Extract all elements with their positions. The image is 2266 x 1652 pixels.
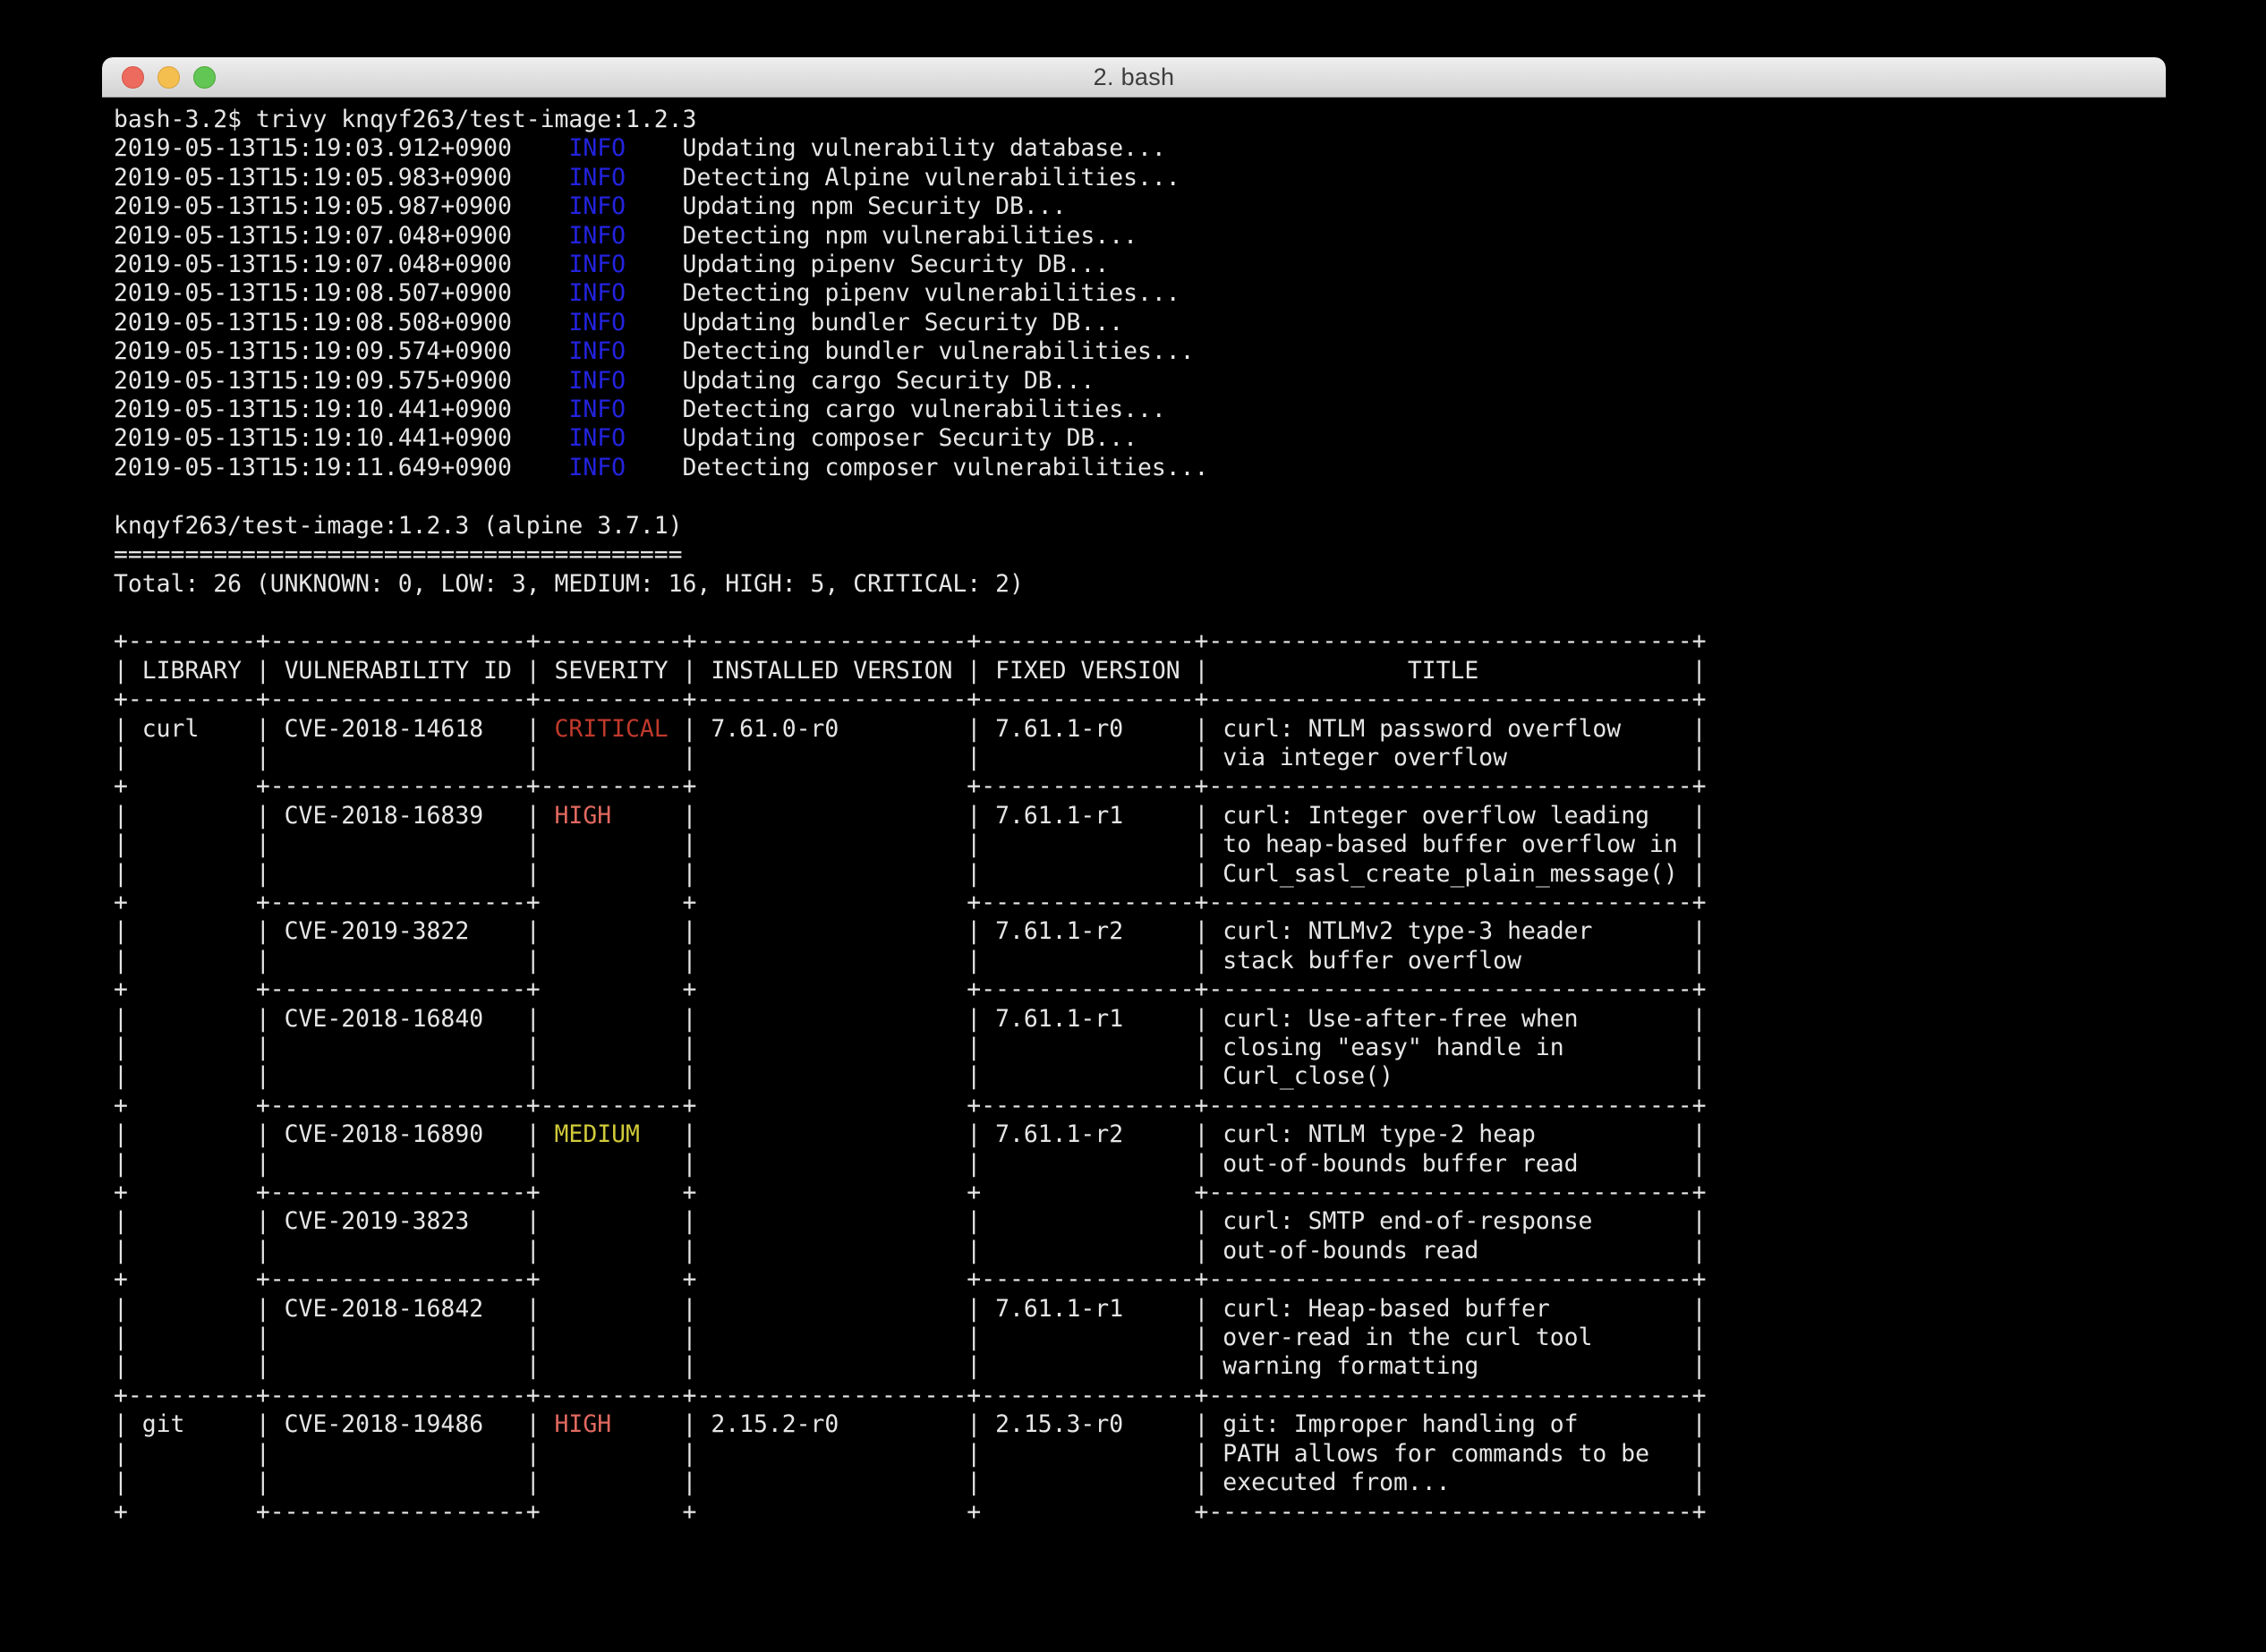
table-border: + +------------------+ + +--------------… — [114, 1265, 2166, 1294]
table-row: | git | CVE-2018-19486 | HIGH | 2.15.2-r… — [114, 1410, 2166, 1439]
log-level: INFO — [568, 424, 626, 452]
severity-value: CRITICAL — [541, 715, 683, 743]
table-border: +---------+------------------+----------… — [114, 685, 2166, 714]
prompt-line: bash-3.2$ trivy knqyf263/test-image:1.2.… — [114, 106, 2166, 134]
log-level: INFO — [568, 454, 626, 481]
log-line: 2019-05-13T15:19:10.441+0900 INFO Detect… — [114, 396, 2166, 424]
severity-value: MEDIUM — [541, 1120, 683, 1148]
title-bar[interactable]: 2. bash — [102, 57, 2166, 98]
log-line: 2019-05-13T15:19:11.649+0900 INFO Detect… — [114, 454, 2166, 482]
table-row: | | | | | | closing "easy" handle in | — [114, 1034, 2166, 1062]
desktop-background: 2. bash bash-3.2$ trivy knqyf263/test-im… — [0, 0, 2266, 1652]
log-line: 2019-05-13T15:19:07.048+0900 INFO Updati… — [114, 251, 2166, 279]
table-row: | | | | | | out-of-bounds buffer read | — [114, 1150, 2166, 1179]
log-line: 2019-05-13T15:19:09.575+0900 INFO Updati… — [114, 367, 2166, 396]
log-level: INFO — [568, 309, 626, 336]
log-line: 2019-05-13T15:19:08.507+0900 INFO Detect… — [114, 279, 2166, 308]
log-level: INFO — [568, 251, 626, 278]
table-border: + +------------------+ + + +------------… — [114, 1179, 2166, 1207]
log-line: 2019-05-13T15:19:03.912+0900 INFO Updati… — [114, 134, 2166, 163]
table-row: | | CVE-2018-16890 | MEDIUM | | 7.61.1-r… — [114, 1120, 2166, 1149]
log-level: INFO — [568, 222, 626, 250]
terminal-window: 2. bash bash-3.2$ trivy knqyf263/test-im… — [102, 57, 2166, 1613]
table-border: + +------------------+----------+ +-----… — [114, 772, 2166, 801]
terminal-output[interactable]: bash-3.2$ trivy knqyf263/test-image:1.2.… — [102, 98, 2166, 1613]
table-row: | | | | | | Curl_close() | — [114, 1062, 2166, 1091]
table-border: +---------+------------------+----------… — [114, 1382, 2166, 1410]
blank-line — [114, 482, 2166, 511]
log-line: 2019-05-13T15:19:05.983+0900 INFO Detect… — [114, 164, 2166, 192]
scan-summary: Total: 26 (UNKNOWN: 0, LOW: 3, MEDIUM: 1… — [114, 570, 2166, 599]
table-row: | | CVE-2019-3822 | | | 7.61.1-r2 | curl… — [114, 917, 2166, 946]
table-header: | LIBRARY | VULNERABILITY ID | SEVERITY … — [114, 657, 2166, 685]
log-level: INFO — [568, 396, 626, 423]
table-row: | | | | | | warning formatting | — [114, 1352, 2166, 1381]
log-line: 2019-05-13T15:19:07.048+0900 INFO Detect… — [114, 222, 2166, 251]
log-level: INFO — [568, 367, 626, 395]
table-border: + +------------------+ + +--------------… — [114, 975, 2166, 1004]
table-border: +---------+------------------+----------… — [114, 627, 2166, 656]
severity-value: HIGH — [541, 1410, 683, 1438]
window-title: 2. bash — [1094, 64, 1175, 91]
severity-value: HIGH — [541, 802, 683, 830]
log-level: INFO — [568, 337, 626, 365]
minimize-button[interactable] — [158, 66, 180, 89]
table-row: | | | | | | over-read in the curl tool | — [114, 1324, 2166, 1352]
close-button[interactable] — [122, 66, 144, 89]
log-level: INFO — [568, 164, 626, 192]
table-row: | | CVE-2019-3823 | | | | curl: SMTP end… — [114, 1207, 2166, 1236]
log-level: INFO — [568, 279, 626, 307]
table-row: | | CVE-2018-16842 | | | 7.61.1-r1 | cur… — [114, 1295, 2166, 1324]
table-row: | | | | | | Curl_sasl_create_plain_messa… — [114, 860, 2166, 889]
table-row: | | | | | | PATH allows for commands to … — [114, 1440, 2166, 1469]
zoom-button[interactable] — [193, 66, 216, 89]
table-row: | | | | | | via integer overflow | — [114, 744, 2166, 772]
log-level: INFO — [568, 134, 626, 162]
table-row: | | | | | | to heap-based buffer overflo… — [114, 830, 2166, 859]
table-row: | | | | | | stack buffer overflow | — [114, 947, 2166, 975]
table-border: + +------------------+ + + +------------… — [114, 1498, 2166, 1527]
log-level: INFO — [568, 192, 626, 220]
blank-line — [114, 599, 2166, 627]
table-row: | | CVE-2018-16840 | | | 7.61.1-r1 | cur… — [114, 1005, 2166, 1034]
table-row: | curl | CVE-2018-14618 | CRITICAL | 7.6… — [114, 715, 2166, 744]
table-border: + +------------------+ + +--------------… — [114, 889, 2166, 917]
log-line: 2019-05-13T15:19:10.441+0900 INFO Updati… — [114, 424, 2166, 453]
log-line: 2019-05-13T15:19:05.987+0900 INFO Updati… — [114, 192, 2166, 221]
table-row: | | | | | | executed from... | — [114, 1469, 2166, 1497]
scan-underline: ======================================== — [114, 541, 2166, 569]
log-line: 2019-05-13T15:19:09.574+0900 INFO Detect… — [114, 337, 2166, 366]
table-border: + +------------------+----------+ +-----… — [114, 1092, 2166, 1120]
table-row: | | CVE-2018-16839 | HIGH | | 7.61.1-r1 … — [114, 802, 2166, 830]
scan-target: knqyf263/test-image:1.2.3 (alpine 3.7.1) — [114, 512, 2166, 541]
table-row: | | | | | | out-of-bounds read | — [114, 1237, 2166, 1265]
log-line: 2019-05-13T15:19:08.508+0900 INFO Updati… — [114, 309, 2166, 337]
traffic-lights — [122, 57, 216, 97]
